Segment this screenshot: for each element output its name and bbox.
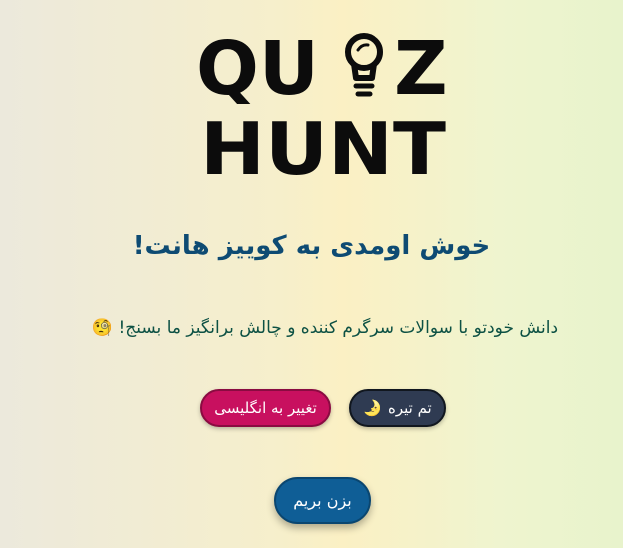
logo-text-qu: QU xyxy=(196,30,319,104)
logo-line-hunt: HUNT xyxy=(196,107,452,191)
moon-icon: 🌛 xyxy=(363,399,382,417)
logo-quiz-graphic: QU Z xyxy=(196,26,448,112)
logo-text-z: Z xyxy=(394,30,448,104)
dark-theme-button[interactable]: تم تیره 🌛 xyxy=(349,389,446,427)
language-button-label: تغییر به انگلیسی xyxy=(214,399,317,417)
start-button-label: بزن بریم xyxy=(293,491,352,510)
welcome-subtitle: دانش خودتو با سوالات سرگرم کننده و چالش … xyxy=(91,318,559,338)
switch-language-button[interactable]: تغییر به انگلیسی xyxy=(200,389,331,427)
quiz-hunt-logo: QU Z HUNT xyxy=(196,26,452,191)
logo-hunt-graphic: HUNT xyxy=(200,107,446,191)
welcome-title: خوش اومدی به کوییز هانت! xyxy=(132,231,491,261)
start-button[interactable]: بزن بریم xyxy=(274,477,371,524)
lightbulb-icon xyxy=(345,33,383,97)
logo-text-hunt: HUNT xyxy=(200,110,446,182)
theme-button-label: تم تیره xyxy=(387,399,432,417)
logo-line-quiz: QU Z xyxy=(196,26,452,112)
